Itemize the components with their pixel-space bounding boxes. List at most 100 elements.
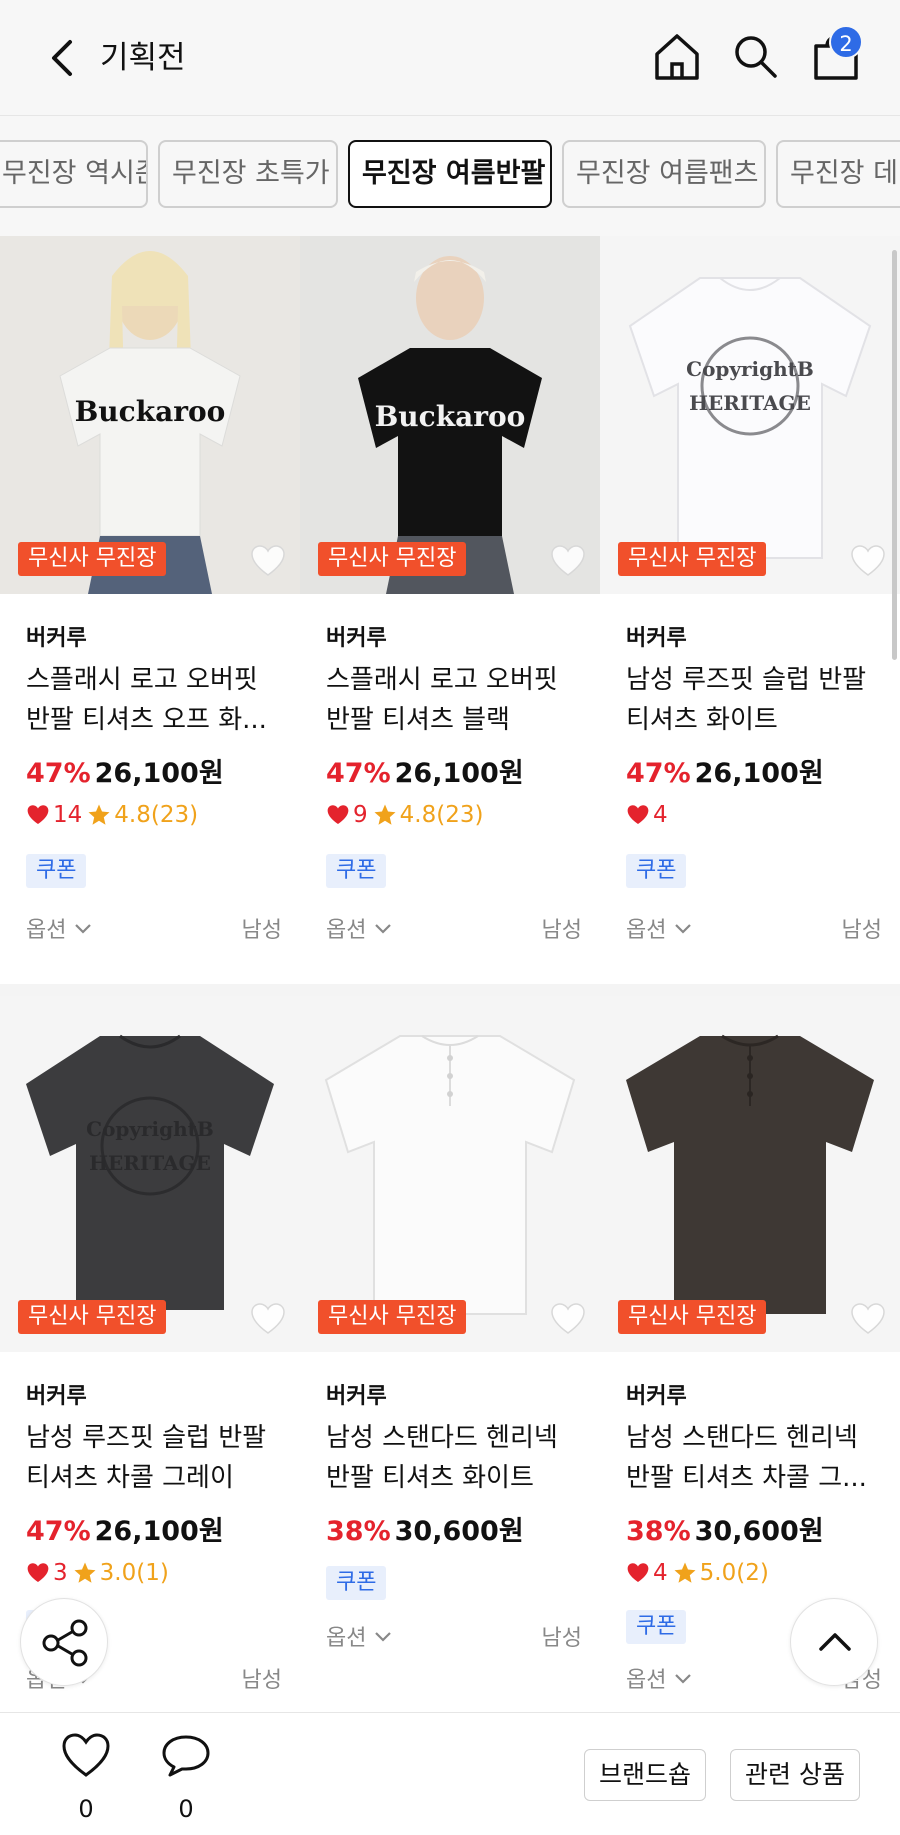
product-brand: 버커루: [26, 1384, 87, 1409]
wishlist-heart-icon[interactable]: [550, 1302, 586, 1336]
related-products-button[interactable]: 관련 상품: [730, 1749, 860, 1801]
chevron-down-icon: [675, 1674, 692, 1684]
chevron-down-icon: [75, 924, 92, 934]
event-tag: 무신사 무진장: [618, 1300, 767, 1334]
chip-category[interactable]: 무진장 초특가: [158, 140, 338, 208]
svg-text:HERITAGE: HERITAGE: [89, 1151, 211, 1175]
product-name[interactable]: 스플래시 로고 오버핏 반팔 티셔츠 블랙: [326, 660, 588, 740]
option-dropdown[interactable]: 옵션: [626, 912, 694, 944]
price-row: 47% 26,100원: [326, 751, 524, 790]
option-dropdown[interactable]: 옵션: [326, 912, 394, 944]
comment-icon[interactable]: [160, 1731, 212, 1779]
chip-category-active[interactable]: 무진장 여름반팔: [348, 140, 552, 208]
row-divider: [0, 984, 900, 996]
like-count: 14: [53, 802, 83, 828]
option-label: 옵션: [326, 1626, 367, 1651]
product-brand: 버커루: [26, 626, 87, 651]
discount-rate: 47%: [26, 758, 91, 789]
coupon-badge: 쿠폰: [326, 1566, 387, 1600]
rating: 5.0(2): [699, 1560, 769, 1586]
product-stats: 14 4.8(23): [26, 802, 198, 828]
star-icon: [74, 1562, 96, 1583]
svg-text:Buckaroo: Buckaroo: [375, 400, 526, 433]
like-heart-outline-icon[interactable]: [60, 1731, 112, 1779]
product-image: Buckaroo: [300, 236, 600, 594]
svg-text:CopyrightB: CopyrightB: [86, 1117, 214, 1141]
like-count: 9: [353, 802, 368, 828]
scrollbar[interactable]: [892, 250, 897, 660]
product-name[interactable]: 남성 루즈핏 슬럽 반팔 티셔츠 차콜 그레이: [26, 1418, 288, 1498]
price: 26,100원: [94, 758, 224, 789]
product-card[interactable]: CopyrightB HERITAGE 무신사 무진장 버커루 남성 루즈핏 슬…: [600, 236, 900, 996]
svg-text:HERITAGE: HERITAGE: [689, 391, 811, 415]
event-tag: 무신사 무진장: [318, 542, 467, 576]
like-count: 4: [653, 802, 668, 828]
price: 26,100원: [694, 758, 824, 789]
event-tag: 무신사 무진장: [618, 542, 767, 576]
category-chip-bar: 무진장 역시즌 무진장 초특가 무진장 여름반팔 무진장 여름팬츠 무진장 데님: [0, 116, 900, 236]
bottom-action-bar: 0 0 브랜드숍 관련 상품: [0, 1712, 900, 1835]
product-brand: 버커루: [326, 1384, 387, 1409]
price: 30,600원: [694, 1516, 824, 1547]
like-count: 4: [653, 1560, 668, 1586]
chevron-down-icon: [375, 1632, 392, 1642]
product-card[interactable]: 무신사 무진장 버커루 남성 스탠다드 헨리넥 반팔 티셔츠 화이트 38% 30…: [300, 996, 600, 1712]
page-title: 기획전: [100, 40, 186, 76]
price-row: 47% 26,100원: [26, 1509, 224, 1548]
product-brand: 버커루: [626, 1384, 687, 1409]
product-card[interactable]: Buckaroo 무신사 무진장 버커루 스플래시 로고 오버핏 반팔 티셔츠 …: [0, 236, 300, 996]
product-name[interactable]: 남성 루즈핏 슬럽 반팔 티셔츠 화이트: [626, 660, 888, 740]
like-count-total: 0: [78, 1795, 94, 1823]
wishlist-heart-icon[interactable]: [250, 544, 286, 578]
brand-shop-button[interactable]: 브랜드숍: [584, 1749, 707, 1801]
option-label: 옵션: [626, 1668, 667, 1693]
price-row: 47% 26,100원: [626, 751, 824, 790]
product-stats: 9 4.8(23): [326, 802, 483, 828]
wishlist-heart-icon[interactable]: [250, 1302, 286, 1336]
gender-label: 남성: [241, 1668, 282, 1693]
price-row: 47% 26,100원: [26, 751, 224, 790]
gender-label: 남성: [241, 918, 282, 943]
like-heart-icon: [27, 1563, 49, 1583]
product-name[interactable]: 스플래시 로고 오버핏 반팔 티셔츠 오프 화...: [26, 660, 288, 740]
rating: 4.8(23): [114, 802, 199, 828]
option-dropdown[interactable]: 옵션: [626, 1662, 694, 1694]
price: 30,600원: [394, 1516, 524, 1547]
gender-label: 남성: [841, 918, 882, 943]
home-icon[interactable]: [651, 30, 703, 82]
product-image: [300, 996, 600, 1352]
chip-category[interactable]: 무진장 여름팬츠: [562, 140, 766, 208]
product-stats: 4: [626, 802, 668, 828]
chevron-up-icon: [819, 1633, 851, 1651]
rating: 3.0(1): [99, 1560, 169, 1586]
gender-label: 남성: [541, 918, 582, 943]
chip-category[interactable]: 무진장 데님: [776, 140, 900, 208]
wishlist-heart-icon[interactable]: [550, 544, 586, 578]
product-image: CopyrightB HERITAGE: [600, 236, 900, 594]
option-dropdown[interactable]: 옵션: [326, 1620, 394, 1652]
product-card[interactable]: Buckaroo 무신사 무진장 버커루 스플래시 로고 오버핏 반팔 티셔츠 …: [300, 236, 600, 996]
like-heart-icon: [627, 805, 649, 825]
share-button[interactable]: [20, 1598, 108, 1686]
chip-category[interactable]: 무진장 역시즌: [0, 140, 148, 208]
scroll-to-top-button[interactable]: [790, 1598, 878, 1686]
product-name[interactable]: 남성 스탠다드 헨리넥 반팔 티셔츠 화이트: [326, 1418, 588, 1498]
coupon-badge: 쿠폰: [26, 854, 87, 888]
star-icon: [674, 1562, 696, 1583]
share-icon: [42, 1619, 88, 1667]
back-icon[interactable]: [42, 34, 82, 82]
coupon-badge: 쿠폰: [626, 1610, 687, 1644]
wishlist-heart-icon[interactable]: [850, 1302, 886, 1336]
product-brand: 버커루: [326, 626, 387, 651]
star-icon: [88, 804, 110, 825]
product-stats: 4 5.0(2): [626, 1560, 769, 1586]
like-count: 3: [53, 1560, 68, 1586]
product-name[interactable]: 남성 스탠다드 헨리넥 반팔 티셔츠 차콜 그...: [626, 1418, 888, 1498]
wishlist-heart-icon[interactable]: [850, 544, 886, 578]
like-heart-icon: [627, 1563, 649, 1583]
event-tag: 무신사 무진장: [18, 542, 167, 576]
option-dropdown[interactable]: 옵션: [26, 912, 94, 944]
gender-label: 남성: [541, 1626, 582, 1651]
product-image: Buckaroo: [0, 236, 300, 594]
search-icon[interactable]: [731, 32, 779, 80]
